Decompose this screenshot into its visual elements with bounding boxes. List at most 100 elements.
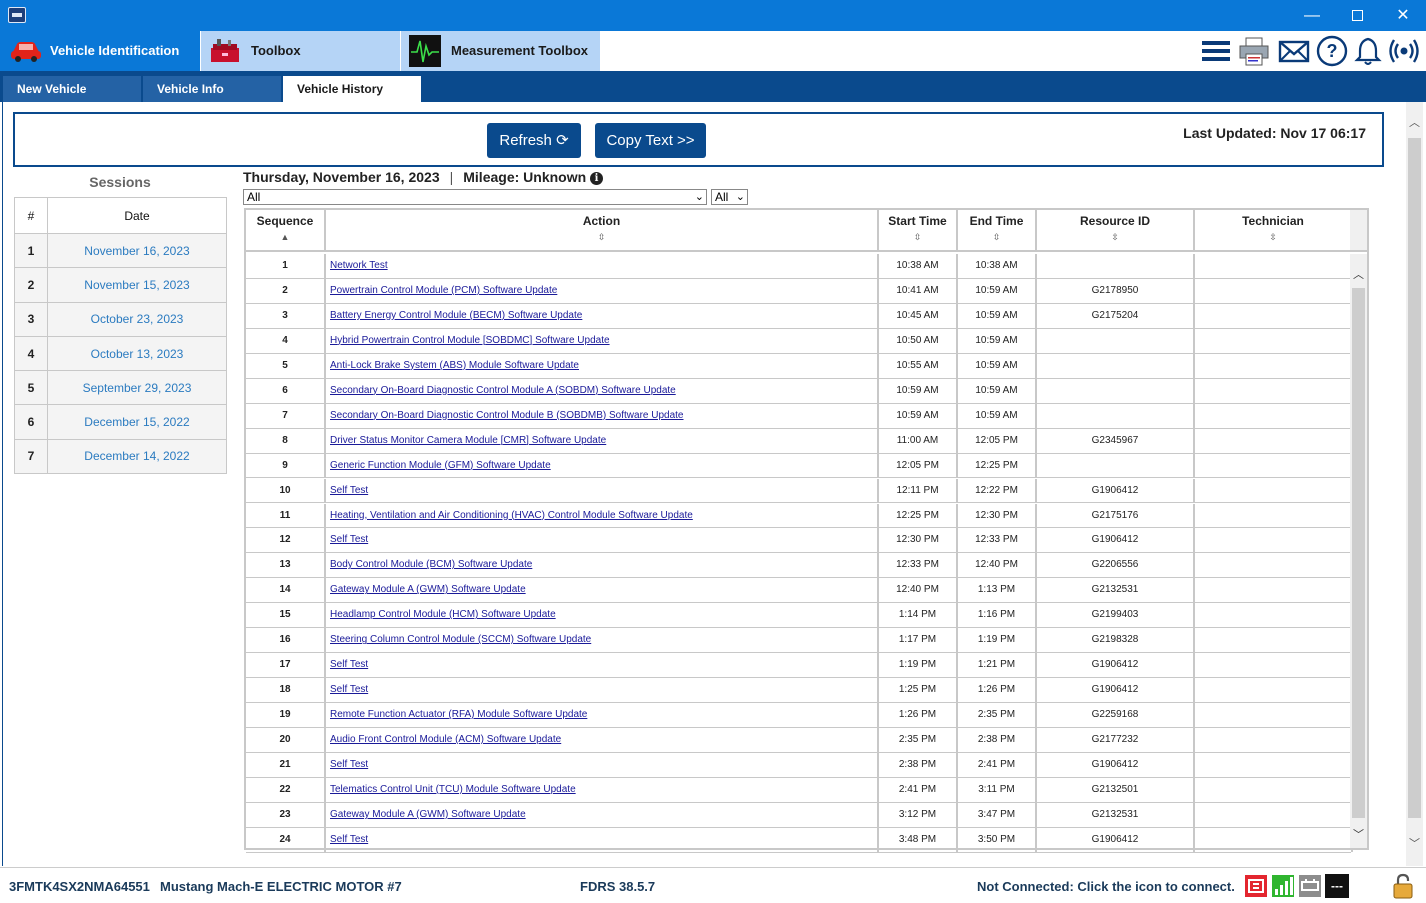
action-link[interactable]: Gateway Module A (GWM) Software Update xyxy=(330,809,526,820)
action-link[interactable]: Network Test xyxy=(330,260,388,271)
action-link[interactable]: Battery Energy Control Module (BECM) Sof… xyxy=(330,310,582,321)
session-row[interactable]: 4 October 13, 2023 xyxy=(14,335,227,372)
bell-icon[interactable] xyxy=(1352,35,1384,67)
action-link[interactable]: Secondary On-Board Diagnostic Control Mo… xyxy=(330,385,676,396)
session-date-link[interactable]: October 13, 2023 xyxy=(47,335,227,372)
history-row[interactable]: 1 Network Test 10:38 AM 10:38 AM xyxy=(246,254,1353,279)
printer-icon[interactable] xyxy=(1238,35,1270,67)
history-row[interactable]: 5 Anti-Lock Brake System (ABS) Module Sof… xyxy=(246,353,1353,379)
col-end-time[interactable]: End Time ⇳ xyxy=(958,210,1037,250)
tab-vehicle-history[interactable]: Vehicle History xyxy=(283,76,421,102)
help-icon[interactable]: ? xyxy=(1316,35,1348,67)
vci-connect-icon[interactable] xyxy=(1244,874,1268,898)
session-date-link[interactable]: November 16, 2023 xyxy=(47,232,227,269)
session-date-link[interactable]: December 15, 2022 xyxy=(47,404,227,440)
grid-scroll-thumb[interactable] xyxy=(1352,288,1365,818)
session-date-link[interactable]: September 29, 2023 xyxy=(47,370,227,406)
action-link[interactable]: Self Test xyxy=(330,485,368,496)
session-row[interactable]: 6 December 15, 2022 xyxy=(14,404,227,440)
action-link[interactable]: Remote Function Actuator (RFA) Module So… xyxy=(330,709,587,720)
session-number: 4 xyxy=(14,335,48,372)
col-sequence[interactable]: Sequence ▲ xyxy=(246,210,326,250)
action-link[interactable]: Heating, Ventilation and Air Conditionin… xyxy=(330,510,693,521)
info-icon[interactable]: i xyxy=(590,172,604,185)
action-link[interactable]: Anti-Lock Brake System (ABS) Module Soft… xyxy=(330,360,579,371)
minimize-button[interactable]: — xyxy=(1289,0,1335,31)
tab-vehicle-info[interactable]: Vehicle Info xyxy=(143,76,281,102)
action-link[interactable]: Driver Status Monitor Camera Module [CMR… xyxy=(330,435,606,446)
action-filter-select[interactable]: All ⌄ xyxy=(243,189,707,205)
history-row[interactable]: 9 Generic Function Module (GFM) Software … xyxy=(246,453,1353,479)
scroll-down-icon[interactable]: ﹀ xyxy=(1406,835,1423,852)
history-row[interactable]: 14 Gateway Module A (GWM) Software Update… xyxy=(246,578,1353,604)
history-row[interactable]: 3 Battery Energy Control Module (BECM) So… xyxy=(246,303,1353,329)
history-row[interactable]: 12 Self Test 12:30 PM 12:33 PM G1906412 xyxy=(246,528,1353,554)
scroll-up-icon[interactable]: ︿ xyxy=(1353,266,1364,282)
tab-measurement-toolbox[interactable]: Measurement Toolbox xyxy=(401,31,600,71)
scroll-up-icon[interactable]: ︿ xyxy=(1406,114,1423,131)
history-row[interactable]: 23 Gateway Module A (GWM) Software Update… xyxy=(246,802,1353,828)
tab-new-vehicle[interactable]: New Vehicle xyxy=(3,76,141,102)
tab-vehicle-identification[interactable]: Vehicle Identification xyxy=(0,31,200,71)
session-date-link[interactable]: October 23, 2023 xyxy=(47,301,227,337)
action-link[interactable]: Body Control Module (BCM) Software Updat… xyxy=(330,559,532,570)
action-link[interactable]: Steering Column Control Module (SCCM) So… xyxy=(330,634,591,645)
action-link[interactable]: Powertrain Control Module (PCM) Software… xyxy=(330,285,557,296)
history-row[interactable]: 13 Body Control Module (BCM) Software Upd… xyxy=(246,553,1353,579)
action-link[interactable]: Self Test xyxy=(330,659,368,670)
col-technician[interactable]: Technician ⇳ xyxy=(1195,210,1353,250)
tab-toolbox[interactable]: Toolbox xyxy=(201,31,400,71)
action-link[interactable]: Self Test xyxy=(330,684,368,695)
session-row[interactable]: 7 December 14, 2022 xyxy=(14,438,227,475)
action-link[interactable]: Headlamp Control Module (HCM) Software U… xyxy=(330,609,556,620)
history-row[interactable]: 19 Remote Function Actuator (RFA) Module … xyxy=(246,703,1353,728)
menu-icon[interactable] xyxy=(1200,35,1232,67)
history-row[interactable]: 6 Secondary On-Board Diagnostic Control M… xyxy=(246,378,1353,404)
history-row[interactable]: 7 Secondary On-Board Diagnostic Control M… xyxy=(246,403,1353,429)
action-link[interactable]: Generic Function Module (GFM) Software U… xyxy=(330,460,551,471)
history-row[interactable]: 16 Steering Column Control Module (SCCM) … xyxy=(246,628,1353,654)
history-row[interactable]: 21 Self Test 2:38 PM 2:41 PM G1906412 xyxy=(246,753,1353,778)
close-button[interactable]: ✕ xyxy=(1380,0,1426,31)
col-start-time[interactable]: Start Time ⇳ xyxy=(879,210,958,250)
session-row[interactable]: 1 November 16, 2023 xyxy=(14,232,227,269)
history-row[interactable]: 8 Driver Status Monitor Camera Module [CM… xyxy=(246,428,1353,454)
col-action[interactable]: Action ⇳ xyxy=(326,210,879,250)
grid-scrollbar[interactable]: ︿ ﹀ xyxy=(1350,254,1367,848)
action-link[interactable]: Secondary On-Board Diagnostic Control Mo… xyxy=(330,410,684,421)
end-time-cell: 1:16 PM xyxy=(958,603,1037,628)
session-date-link[interactable]: December 14, 2022 xyxy=(47,438,227,475)
refresh-button[interactable]: Refresh ⟳ xyxy=(487,123,581,158)
history-row[interactable]: 24 Self Test 3:48 PM 3:50 PM G1906412 xyxy=(246,827,1353,853)
history-row[interactable]: 10 Self Test 12:11 PM 12:22 PM G1906412 xyxy=(246,478,1353,504)
maximize-button[interactable] xyxy=(1334,0,1380,31)
history-row[interactable]: 15 Headlamp Control Module (HCM) Software… xyxy=(246,603,1353,629)
action-link[interactable]: Telematics Control Unit (TCU) Module Sof… xyxy=(330,784,576,795)
history-row[interactable]: 18 Self Test 1:25 PM 1:26 PM G1906412 xyxy=(246,678,1353,704)
history-row[interactable]: 2 Powertrain Control Module (PCM) Softwar… xyxy=(246,278,1353,304)
scroll-thumb[interactable] xyxy=(1408,138,1421,818)
action-link[interactable]: Gateway Module A (GWM) Software Update xyxy=(330,584,526,595)
action-link[interactable]: Hybrid Powertrain Control Module [SOBDMC… xyxy=(330,335,610,346)
history-row[interactable]: 11 Heating, Ventilation and Air Condition… xyxy=(246,503,1353,529)
secondary-filter-select[interactable]: All ⌄ xyxy=(711,189,748,205)
action-link[interactable]: Self Test xyxy=(330,759,368,770)
history-row[interactable]: 4 Hybrid Powertrain Control Module [SOBDM… xyxy=(246,328,1353,354)
session-row[interactable]: 5 September 29, 2023 xyxy=(14,370,227,406)
history-row[interactable]: 20 Audio Front Control Module (ACM) Softw… xyxy=(246,728,1353,753)
mail-icon[interactable] xyxy=(1278,35,1310,67)
session-row[interactable]: 3 October 23, 2023 xyxy=(14,301,227,337)
page-scrollbar[interactable]: ︿ ﹀ xyxy=(1406,102,1423,866)
action-link[interactable]: Self Test xyxy=(330,834,368,845)
action-link[interactable]: Audio Front Control Module (ACM) Softwar… xyxy=(330,734,561,745)
history-row[interactable]: 17 Self Test 1:19 PM 1:21 PM G1906412 xyxy=(246,653,1353,679)
session-row[interactable]: 2 November 15, 2023 xyxy=(14,267,227,303)
session-date-link[interactable]: November 15, 2023 xyxy=(47,267,227,303)
history-row[interactable]: 22 Telematics Control Unit (TCU) Module S… xyxy=(246,777,1353,803)
col-resource-id[interactable]: Resource ID ⇳ xyxy=(1037,210,1195,250)
copy-text-button[interactable]: Copy Text >> xyxy=(595,123,706,158)
broadcast-icon[interactable] xyxy=(1388,35,1420,67)
scroll-down-icon[interactable]: ﹀ xyxy=(1353,826,1364,842)
action-link[interactable]: Self Test xyxy=(330,534,368,545)
lock-icon[interactable] xyxy=(1392,873,1414,899)
